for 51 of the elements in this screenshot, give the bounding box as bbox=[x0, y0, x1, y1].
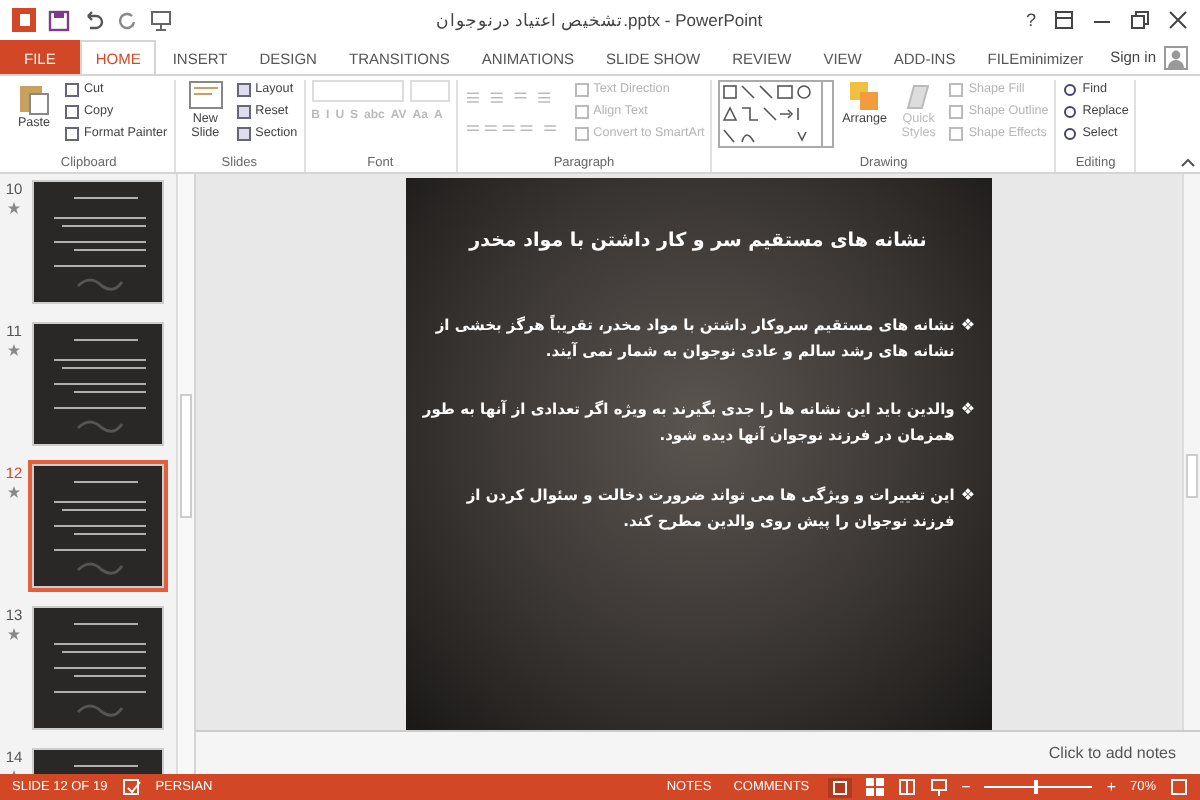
square-icon bbox=[64, 125, 80, 141]
square-icon bbox=[948, 125, 965, 141]
redo-icon[interactable] bbox=[116, 9, 138, 31]
collapse-ribbon-icon[interactable] bbox=[1180, 156, 1196, 168]
user-avatar-icon bbox=[1164, 45, 1188, 69]
powerpoint-logo-icon bbox=[12, 8, 36, 32]
normal-view-icon[interactable] bbox=[827, 777, 852, 797]
slide-thumbnail[interactable] bbox=[32, 322, 164, 446]
thumbnail-scrollbar[interactable] bbox=[176, 174, 194, 774]
reading-view-icon[interactable] bbox=[897, 778, 916, 796]
spell-check-icon[interactable] bbox=[121, 778, 142, 796]
ribbon-display-icon[interactable] bbox=[1054, 10, 1074, 30]
zoom-in-button[interactable]: + bbox=[1106, 778, 1116, 796]
bullet-marker: ❖ bbox=[960, 398, 975, 423]
quick-styles-icon bbox=[902, 80, 935, 112]
slide-thumbnail[interactable] bbox=[32, 180, 164, 304]
save-icon[interactable] bbox=[48, 9, 70, 31]
slide-title: نشانه های مستقیم سر و کار داشتن با مواد مخدر bbox=[466, 230, 929, 252]
fit-to-window-icon[interactable] bbox=[1170, 778, 1188, 796]
square-icon bbox=[64, 81, 80, 97]
square-icon bbox=[573, 103, 590, 119]
slideshow-icon[interactable] bbox=[929, 778, 948, 796]
star-icon bbox=[8, 202, 20, 214]
shapes-gallery[interactable] bbox=[718, 80, 835, 148]
font-size-field[interactable] bbox=[409, 80, 450, 102]
slide-thumbnail[interactable] bbox=[32, 606, 164, 730]
clipboard-icon bbox=[16, 80, 52, 116]
close-icon[interactable] bbox=[1168, 10, 1188, 30]
slide-icon bbox=[187, 80, 224, 112]
zoom-out-button[interactable]: − bbox=[961, 778, 971, 796]
square-icon bbox=[573, 81, 590, 97]
slide-thumbnail[interactable] bbox=[32, 464, 164, 588]
notes-placeholder[interactable]: Click to add notes bbox=[1048, 744, 1176, 762]
arrange-icon bbox=[848, 80, 881, 112]
window-title: تشخیص اعتیاد درنوجوان.pptx - PowerPoint bbox=[433, 10, 765, 30]
undo-icon[interactable] bbox=[82, 9, 104, 31]
help-button[interactable]: ? bbox=[1025, 10, 1036, 30]
bullet-marker: ❖ bbox=[960, 314, 975, 338]
square-icon bbox=[573, 125, 590, 141]
star-icon bbox=[8, 486, 20, 498]
star-icon bbox=[8, 344, 20, 356]
editor-scrollbar[interactable] bbox=[1182, 174, 1200, 730]
slide-sorter-icon[interactable] bbox=[865, 778, 884, 796]
square-icon bbox=[64, 103, 80, 119]
restore-icon[interactable] bbox=[1130, 10, 1150, 30]
star-icon bbox=[8, 628, 20, 640]
font-name-field[interactable] bbox=[311, 80, 404, 102]
bullet-marker: ❖ bbox=[960, 483, 975, 507]
square-icon bbox=[948, 103, 965, 119]
square-icon bbox=[948, 81, 965, 97]
presentation-icon[interactable] bbox=[150, 9, 172, 31]
